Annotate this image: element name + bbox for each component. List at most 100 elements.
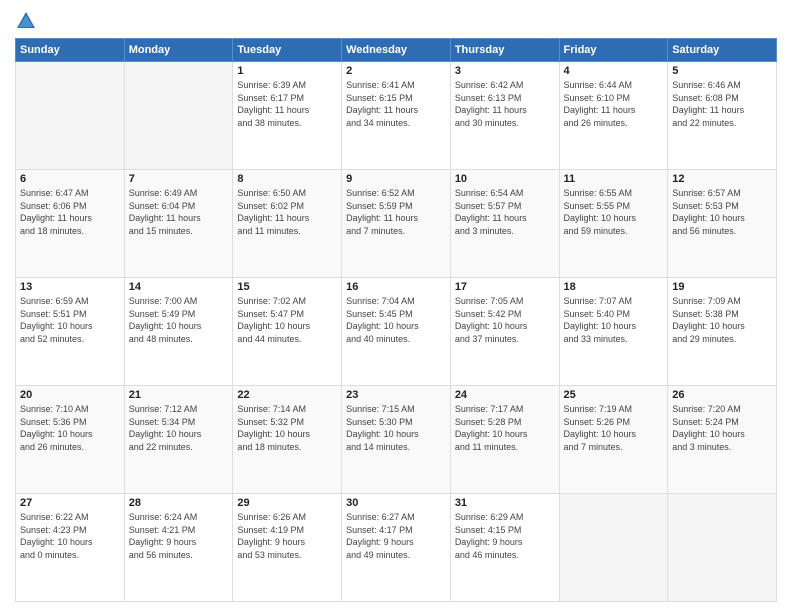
calendar-cell: 31 Sunrise: 6:29 AMSunset: 4:15 PMDayligh… (450, 494, 559, 602)
day-info: Sunrise: 6:44 AMSunset: 6:10 PMDaylight:… (564, 79, 664, 129)
day-number: 4 (564, 65, 664, 77)
day-number: 21 (129, 389, 229, 401)
day-info: Sunrise: 7:14 AMSunset: 5:32 PMDaylight:… (237, 403, 337, 453)
calendar-cell: 18Sunrise: 7:07 AMSunset: 5:40 PMDayligh… (559, 278, 668, 386)
day-number: 3 (455, 65, 555, 77)
day-number: 26 (672, 389, 772, 401)
day-number: 1 (237, 65, 337, 77)
calendar-cell: 7 Sunrise: 6:49 AMSunset: 6:04 PMDaylight… (124, 170, 233, 278)
day-number: 27 (20, 497, 120, 509)
calendar-cell: 17Sunrise: 7:05 AMSunset: 5:42 PMDayligh… (450, 278, 559, 386)
day-info: Sunrise: 6:47 AMSunset: 6:06 PMDaylight:… (20, 187, 120, 237)
calendar-cell: 3Sunrise: 6:42 AMSunset: 6:13 PMDaylight… (450, 62, 559, 170)
day-number: 13 (20, 281, 120, 293)
weekday-header-saturday: Saturday (668, 39, 777, 62)
day-number: 15 (237, 281, 337, 293)
weekday-header-monday: Monday (124, 39, 233, 62)
calendar-cell: 8 Sunrise: 6:50 AMSunset: 6:02 PMDaylight… (233, 170, 342, 278)
calendar-cell: 24 Sunrise: 7:17 AMSunset: 5:28 PMDayligh… (450, 386, 559, 494)
day-number: 20 (20, 389, 120, 401)
calendar-cell: 6 Sunrise: 6:47 AMSunset: 6:06 PMDaylight… (16, 170, 125, 278)
day-info: Sunrise: 6:22 AMSunset: 4:23 PMDaylight:… (20, 511, 120, 561)
day-number: 29 (237, 497, 337, 509)
day-info: Sunrise: 7:12 AMSunset: 5:34 PMDaylight:… (129, 403, 229, 453)
weekday-header-friday: Friday (559, 39, 668, 62)
day-number: 8 (237, 173, 337, 185)
calendar-cell: 22 Sunrise: 7:14 AMSunset: 5:32 PMDayligh… (233, 386, 342, 494)
day-number: 6 (20, 173, 120, 185)
calendar-cell: 29 Sunrise: 6:26 AMSunset: 4:19 PMDayligh… (233, 494, 342, 602)
calendar-cell (559, 494, 668, 602)
day-info: Sunrise: 7:17 AMSunset: 5:28 PMDaylight:… (455, 403, 555, 453)
day-info: Sunrise: 7:02 AMSunset: 5:47 PMDaylight:… (237, 295, 337, 345)
day-info: Sunrise: 6:27 AMSunset: 4:17 PMDaylight:… (346, 511, 446, 561)
day-number: 25 (564, 389, 664, 401)
day-info: Sunrise: 7:15 AMSunset: 5:30 PMDaylight:… (346, 403, 446, 453)
day-info: Sunrise: 7:19 AMSunset: 5:26 PMDaylight:… (564, 403, 664, 453)
calendar-cell: 28Sunrise: 6:24 AMSunset: 4:21 PMDayligh… (124, 494, 233, 602)
calendar-cell: 13 Sunrise: 6:59 AMSunset: 5:51 PMDayligh… (16, 278, 125, 386)
calendar-cell: 5Sunrise: 6:46 AMSunset: 6:08 PMDaylight… (668, 62, 777, 170)
day-number: 28 (129, 497, 229, 509)
day-info: Sunrise: 6:55 AMSunset: 5:55 PMDaylight:… (564, 187, 664, 237)
calendar-cell: 21 Sunrise: 7:12 AMSunset: 5:34 PMDayligh… (124, 386, 233, 494)
calendar-cell: 9 Sunrise: 6:52 AMSunset: 5:59 PMDaylight… (342, 170, 451, 278)
day-info: Sunrise: 7:09 AMSunset: 5:38 PMDaylight:… (672, 295, 772, 345)
day-number: 31 (455, 497, 555, 509)
day-info: Sunrise: 6:57 AMSunset: 5:53 PMDaylight:… (672, 187, 772, 237)
calendar-cell: 2 Sunrise: 6:41 AMSunset: 6:15 PMDaylight… (342, 62, 451, 170)
day-number: 18 (564, 281, 664, 293)
day-number: 12 (672, 173, 772, 185)
day-number: 2 (346, 65, 446, 77)
day-info: Sunrise: 6:39 AMSunset: 6:17 PMDaylight:… (237, 79, 337, 129)
calendar-cell (16, 62, 125, 170)
page: SundayMondayTuesdayWednesdayThursdayFrid… (0, 0, 792, 612)
calendar-cell: 25 Sunrise: 7:19 AMSunset: 5:26 PMDayligh… (559, 386, 668, 494)
calendar-cell: 19 Sunrise: 7:09 AMSunset: 5:38 PMDayligh… (668, 278, 777, 386)
day-info: Sunrise: 7:05 AMSunset: 5:42 PMDaylight:… (455, 295, 555, 345)
day-info: Sunrise: 6:29 AMSunset: 4:15 PMDaylight:… (455, 511, 555, 561)
calendar-cell: 4 Sunrise: 6:44 AMSunset: 6:10 PMDaylight… (559, 62, 668, 170)
calendar-cell: 15 Sunrise: 7:02 AMSunset: 5:47 PMDayligh… (233, 278, 342, 386)
week-row-5: 27 Sunrise: 6:22 AMSunset: 4:23 PMDayligh… (16, 494, 777, 602)
day-info: Sunrise: 6:26 AMSunset: 4:19 PMDaylight:… (237, 511, 337, 561)
header (15, 10, 777, 32)
day-info: Sunrise: 6:49 AMSunset: 6:04 PMDaylight:… (129, 187, 229, 237)
week-row-4: 20 Sunrise: 7:10 AMSunset: 5:36 PMDayligh… (16, 386, 777, 494)
day-number: 9 (346, 173, 446, 185)
day-info: Sunrise: 6:54 AMSunset: 5:57 PMDaylight:… (455, 187, 555, 237)
calendar-cell: 1 Sunrise: 6:39 AMSunset: 6:17 PMDaylight… (233, 62, 342, 170)
calendar-cell (124, 62, 233, 170)
day-info: Sunrise: 6:59 AMSunset: 5:51 PMDaylight:… (20, 295, 120, 345)
calendar-cell: 14 Sunrise: 7:00 AMSunset: 5:49 PMDayligh… (124, 278, 233, 386)
calendar-cell: 10 Sunrise: 6:54 AMSunset: 5:57 PMDayligh… (450, 170, 559, 278)
day-info: Sunrise: 6:41 AMSunset: 6:15 PMDaylight:… (346, 79, 446, 129)
day-info: Sunrise: 7:20 AMSunset: 5:24 PMDaylight:… (672, 403, 772, 453)
day-number: 7 (129, 173, 229, 185)
week-row-1: 1 Sunrise: 6:39 AMSunset: 6:17 PMDaylight… (16, 62, 777, 170)
weekday-header-tuesday: Tuesday (233, 39, 342, 62)
calendar-cell: 12 Sunrise: 6:57 AMSunset: 5:53 PMDayligh… (668, 170, 777, 278)
day-number: 22 (237, 389, 337, 401)
day-info: Sunrise: 6:52 AMSunset: 5:59 PMDaylight:… (346, 187, 446, 237)
calendar-cell: 20 Sunrise: 7:10 AMSunset: 5:36 PMDayligh… (16, 386, 125, 494)
day-info: Sunrise: 6:50 AMSunset: 6:02 PMDaylight:… (237, 187, 337, 237)
calendar-cell: 30Sunrise: 6:27 AMSunset: 4:17 PMDayligh… (342, 494, 451, 602)
calendar-cell: 23 Sunrise: 7:15 AMSunset: 5:30 PMDayligh… (342, 386, 451, 494)
weekday-header-row: SundayMondayTuesdayWednesdayThursdayFrid… (16, 39, 777, 62)
day-info: Sunrise: 7:00 AMSunset: 5:49 PMDaylight:… (129, 295, 229, 345)
day-number: 14 (129, 281, 229, 293)
weekday-header-thursday: Thursday (450, 39, 559, 62)
week-row-2: 6 Sunrise: 6:47 AMSunset: 6:06 PMDaylight… (16, 170, 777, 278)
day-number: 19 (672, 281, 772, 293)
day-number: 23 (346, 389, 446, 401)
day-number: 11 (564, 173, 664, 185)
day-number: 16 (346, 281, 446, 293)
logo-icon (15, 10, 37, 32)
calendar-cell: 27 Sunrise: 6:22 AMSunset: 4:23 PMDayligh… (16, 494, 125, 602)
calendar-cell: 26 Sunrise: 7:20 AMSunset: 5:24 PMDayligh… (668, 386, 777, 494)
day-info: Sunrise: 7:10 AMSunset: 5:36 PMDaylight:… (20, 403, 120, 453)
day-number: 24 (455, 389, 555, 401)
day-number: 10 (455, 173, 555, 185)
day-number: 5 (672, 65, 772, 77)
